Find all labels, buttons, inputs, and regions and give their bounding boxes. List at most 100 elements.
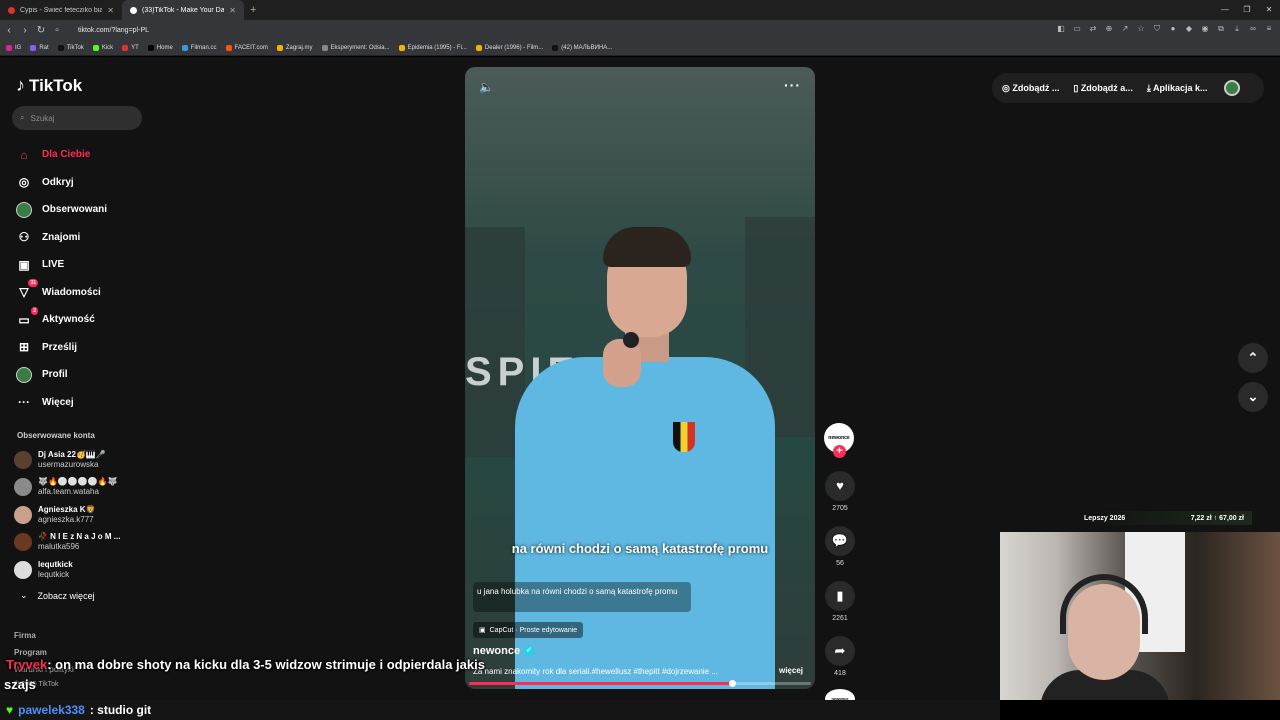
close-tab-icon[interactable]: ✕ — [229, 6, 236, 15]
tiktok-favicon-icon — [130, 6, 137, 14]
sidebar-item-upload[interactable]: ⊞ Prześlij — [16, 334, 107, 362]
see-more-button[interactable]: ⌄ Zobacz więcej — [20, 590, 95, 601]
more-description-link[interactable]: więcej — [779, 666, 803, 675]
microphone — [623, 332, 639, 348]
person-hair — [603, 227, 691, 267]
puzzle-icon[interactable]: ⧉ — [1216, 23, 1226, 35]
tiktok-note-icon: ♪ — [16, 75, 25, 95]
bookmarks-bar: IG Rat TikTok Kick YT Home Filman.cc FAC… — [0, 40, 1280, 56]
bookmark[interactable]: Kick — [92, 44, 113, 51]
minimize-icon[interactable]: — — [1214, 0, 1236, 20]
upload-icon: ⊞ — [18, 340, 30, 355]
sidebar-item-for-you[interactable]: ⌂ Dla Ciebie — [16, 141, 107, 169]
close-tab-icon[interactable]: ✕ — [107, 6, 114, 15]
browser-tab-bar: Cypis - Świeć fetecziko biała świeć - Y … — [0, 0, 1280, 20]
desktop-app-button[interactable]: ⤓ Aplikacja k... — [1147, 83, 1208, 94]
video-player[interactable]: SPIEWA 🔈 ··· na równi chodzi o samą kata… — [465, 67, 815, 689]
forward-icon[interactable]: › — [18, 25, 32, 36]
ext-icon[interactable]: ● — [1168, 23, 1178, 35]
link-icon[interactable]: ∞ — [1248, 23, 1258, 35]
profile-avatar[interactable] — [1223, 80, 1240, 96]
followed-account[interactable]: 🐺🔥⚪⚪⚪⚪🔥🐺 alfa.team.wataha — [14, 474, 120, 502]
ext-icon[interactable]: ◆ — [1184, 23, 1194, 35]
like-button[interactable]: ♥ 2705 — [824, 471, 856, 512]
author-avatar[interactable]: newonce + — [824, 423, 854, 458]
capcut-icon: ▣ — [479, 627, 486, 634]
ext-icon[interactable]: ▭ — [1072, 23, 1082, 35]
followed-account[interactable]: 🥀 N I E z N a J o M ... malutka596 — [14, 529, 120, 557]
bookmark[interactable]: Epidemia (1995) - Fi... — [398, 44, 467, 51]
messages-icon: ▽ 31 — [19, 279, 38, 300]
sidebar-item-friends[interactable]: ⚇ Znajomi — [16, 224, 107, 252]
video-author[interactable]: newonce ✓ — [473, 645, 535, 657]
avatar — [14, 478, 32, 497]
shield-icon[interactable]: ⛉ — [1152, 23, 1162, 35]
video-progress-bar[interactable] — [469, 680, 811, 687]
ext-icon[interactable]: ◧ — [1056, 23, 1066, 35]
video-description: Za nami znakomity rok dla seriali.#hewel… — [473, 667, 719, 676]
back-icon[interactable]: ‹ — [2, 25, 16, 36]
previous-video-button[interactable]: ⌃ — [1238, 343, 1268, 373]
share-count: 418 — [834, 670, 846, 677]
share-button[interactable]: ➦ 418 — [824, 636, 856, 677]
unread-badge: 31 — [28, 279, 38, 288]
capcut-tag[interactable]: ▣ CapCut · Proste edytowanie — [473, 622, 584, 638]
sidebar-item-label: Aktywność — [42, 314, 95, 326]
followed-account[interactable]: Agnieszka K🦁 agnieszka.k777 — [14, 501, 120, 529]
sidebar-item-live[interactable]: ▣ LIVE — [16, 251, 107, 279]
sidebar-item-profile[interactable]: Profil — [16, 361, 107, 389]
save-button[interactable]: ▮ 2261 — [824, 581, 856, 622]
translate-icon[interactable]: ⇄ — [1088, 23, 1098, 35]
sidebar-item-more[interactable]: ··· Więcej — [16, 389, 107, 417]
restore-icon[interactable]: ❐ — [1236, 0, 1258, 20]
menu-icon[interactable]: ≡ — [1264, 23, 1274, 35]
video-actions: newonce + ♥ 2705 💬 56 ▮ 2261 ➦ 418 newon… — [824, 423, 856, 709]
follow-plus-icon[interactable]: + — [833, 445, 846, 458]
top-right-actions: ◎ Zdobądź ... ▯ Zdobądź a... ⤓ Aplikacja… — [992, 73, 1264, 103]
sidebar-item-activity[interactable]: ▭ 2 Aktywność — [16, 306, 107, 334]
bookmark[interactable]: IG — [6, 44, 21, 51]
get-app-button[interactable]: ▯ Zdobądź a... — [1073, 83, 1132, 94]
zoom-icon[interactable]: ⊕ — [1104, 23, 1114, 35]
followed-account[interactable]: lequtkick lequtkick — [14, 556, 120, 584]
new-tab-icon[interactable]: + — [244, 4, 262, 16]
tiktok-logo[interactable]: ♪ TikTok — [16, 75, 82, 96]
bookmark[interactable]: Filman.cc — [181, 44, 217, 51]
sidebar-item-messages[interactable]: ▽ 31 Wiadomości — [16, 279, 107, 307]
bookmark[interactable]: FACEIT.com — [225, 44, 268, 51]
ext-icon[interactable]: ◉ — [1200, 23, 1210, 35]
more-options-icon[interactable]: ··· — [784, 77, 801, 93]
bookmark[interactable]: Zagraj.my — [276, 44, 313, 51]
footer-link[interactable]: Firma — [14, 631, 36, 640]
sidebar-item-explore[interactable]: ◎ Odkryj — [16, 169, 107, 197]
reload-icon[interactable]: ↻ — [34, 25, 48, 36]
followed-account[interactable]: Dj Asia 22🥳🎹🎤 usermazurowska — [14, 446, 120, 474]
bookmark[interactable]: YT — [122, 44, 139, 51]
sidebar-item-following[interactable]: Obserwowani — [16, 196, 107, 224]
friends-icon: ⚇ — [18, 230, 30, 245]
site-info-icon[interactable]: ▫ — [50, 25, 64, 36]
chevron-up-icon: ⌃ — [1247, 350, 1259, 365]
bookmark[interactable]: Dealer (1996) - Film... — [475, 44, 543, 51]
bookmark[interactable]: Eksperyment: Odsia... — [321, 44, 390, 51]
download-icon[interactable]: ⤓ — [1232, 23, 1242, 35]
footer-link[interactable]: Program — [14, 648, 47, 657]
search-input[interactable]: ⌕ Szukaj — [12, 106, 142, 130]
close-window-icon[interactable]: ✕ — [1258, 0, 1280, 20]
next-video-button[interactable]: ⌄ — [1238, 382, 1268, 412]
bookmark-star-icon[interactable]: ☆ — [1136, 23, 1146, 35]
comment-button[interactable]: 💬 56 — [824, 526, 856, 567]
bookmark[interactable]: TikTok — [57, 44, 84, 51]
get-coins-button[interactable]: ◎ Zdobądź ... — [1002, 83, 1059, 94]
browser-tab-tiktok[interactable]: (33)TikTok - Make Your Day ✕ — [122, 0, 244, 20]
bookmark[interactable]: Rat — [30, 44, 49, 51]
volume-icon[interactable]: 🔈 — [479, 80, 494, 94]
bookmark[interactable]: (42) МАЛЬВИНА... — [552, 44, 612, 51]
bookmark-icon: ▮ — [825, 581, 855, 611]
bookmark[interactable]: Home — [147, 44, 173, 51]
browser-tab-youtube[interactable]: Cypis - Świeć fetecziko biała świeć - Y … — [0, 0, 122, 20]
share-icon[interactable]: ↗ — [1120, 23, 1130, 35]
more-icon: ··· — [18, 395, 30, 410]
url-field[interactable]: tiktok.com/?lang=pl-PL — [78, 27, 149, 34]
chat-text: : on ma dobre shoty na kicku dla 3-5 wid… — [47, 657, 485, 672]
